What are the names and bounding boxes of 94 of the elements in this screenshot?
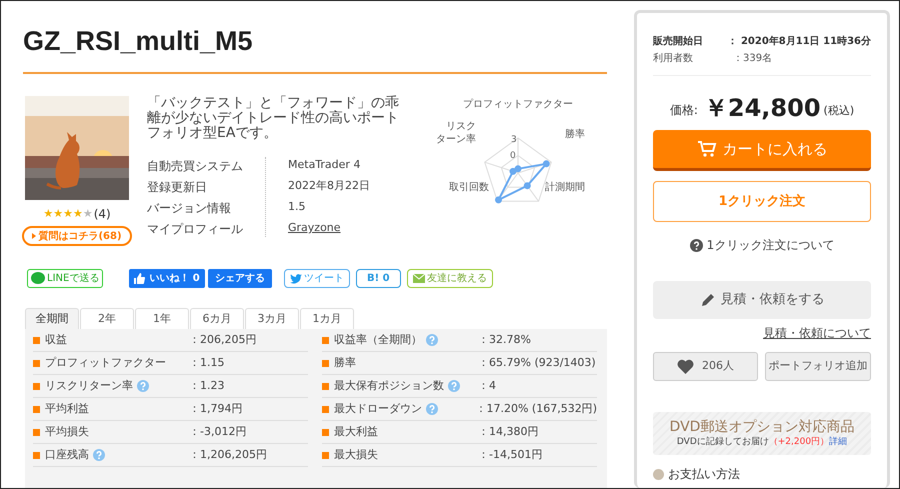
star-rating: ★★★★★ — [43, 208, 93, 220]
bullet-icon — [33, 382, 40, 390]
stat-value: ：32.78% — [478, 332, 531, 348]
bullet-icon — [33, 452, 40, 458]
pencil-icon — [700, 292, 714, 308]
caret-icon — [32, 233, 36, 239]
stat-label: 最大損失 — [334, 446, 378, 463]
stat-label: 平均損失 — [45, 424, 89, 440]
axis-label: 勝率 — [565, 128, 585, 141]
stat-value: ：1,794円 — [189, 400, 242, 417]
meta-label: 利用者数 — [653, 52, 694, 66]
envelope-icon — [412, 274, 425, 283]
stat-label: 口座残高 — [45, 446, 89, 463]
period-tab[interactable]: 全期間 — [25, 308, 79, 329]
meta-value: ： 2020年8月11日 11時36分 — [727, 34, 871, 49]
estimate-button[interactable]: 見積・依頼をする — [653, 281, 871, 319]
stat-value: ：1.23 — [189, 378, 224, 394]
info-label: マイプロフィール — [147, 220, 244, 238]
stat-value: ：1,206,205円 — [189, 446, 267, 463]
bullet-icon — [322, 336, 329, 344]
dvd-text: DVDに記録してお届け — [676, 436, 769, 446]
bullet-icon — [322, 382, 329, 390]
stat-value: ：17.20% (167,532円) — [475, 400, 597, 417]
info-label: 自動売買システム — [147, 158, 244, 174]
info-label: 登録更新日 — [147, 178, 208, 196]
dvd-title: DVD郵送オプション対応商品 — [670, 418, 854, 436]
axis-label: リスク ターン率 — [436, 120, 476, 146]
dvd-detail-link[interactable]: 詳細 — [829, 436, 848, 446]
stat-value: ：1.15 — [189, 354, 224, 371]
stat-value: ：206,205円 — [189, 332, 256, 348]
stat-value: ：65.79% (923/1403) — [478, 354, 596, 371]
bullet-icon — [322, 406, 329, 412]
stat-label: 勝率 — [334, 354, 356, 371]
stat-label: 収益率（全期間） — [334, 332, 422, 348]
stat-label: 最大利益 — [334, 424, 378, 440]
bullet-icon — [33, 360, 40, 366]
info-value: MetaTrader 4 — [288, 157, 360, 174]
stat-value: ：-14,501円 — [478, 446, 542, 463]
portfolio-button[interactable]: ポートフォリオ追加 — [765, 352, 871, 381]
axis-label: 計測期間 — [545, 181, 585, 194]
thumbs-up-icon — [134, 273, 146, 284]
cart-icon — [696, 140, 716, 158]
stat-label: 最大ドローダウン — [334, 400, 422, 417]
stat-label: 平均利益 — [45, 400, 89, 417]
tax-note: (税込) — [824, 102, 854, 118]
stat-value: ：-3,012円 — [189, 424, 246, 440]
info-value: 1.5 — [288, 199, 306, 216]
period-tab[interactable]: 1年 — [135, 308, 189, 329]
bullet-icon — [33, 406, 40, 412]
bullet-icon — [33, 428, 40, 436]
stat-label: 収益 — [45, 332, 67, 348]
period-tab[interactable]: 1カ月 — [300, 308, 354, 329]
bullet-icon — [33, 336, 40, 344]
info-label: バージョン情報 — [147, 200, 232, 216]
share-button[interactable]: シェアする — [208, 269, 272, 288]
help-icon[interactable] — [426, 334, 438, 346]
help-icon — [690, 238, 703, 252]
estimate-link[interactable]: 見積・依頼について — [763, 324, 871, 342]
period-tab[interactable]: 2年 — [80, 308, 134, 329]
period-tab[interactable]: 6カ月 — [190, 308, 244, 329]
page-title: GZ_RSI_multi_M5 — [23, 25, 254, 57]
price: ￥24,800 — [704, 94, 821, 122]
axis-label: 取引回数 — [449, 181, 489, 194]
tick-label: 3 — [511, 134, 517, 147]
meta-label: 販売開始日 — [653, 34, 704, 49]
tick-label: 0 — [510, 150, 516, 163]
payment-heading: お支払い方法 — [668, 467, 740, 481]
bullet-icon — [322, 360, 329, 366]
bullet-icon — [322, 428, 329, 436]
stat-value: ：14,380円 — [478, 424, 538, 440]
help-icon[interactable] — [137, 380, 149, 392]
help-icon[interactable] — [448, 380, 460, 392]
bullet-icon — [653, 468, 664, 480]
product-description: 「バックテスト」と「フォワード」の乖離が少ないデイトレード性の高いポートフォリオ型EAです。 — [147, 96, 400, 141]
dvd-price: （+2,200円） — [768, 436, 830, 446]
bullet-icon — [322, 452, 329, 458]
help-icon[interactable] — [426, 403, 438, 415]
help-icon[interactable] — [93, 449, 105, 461]
review-count: (4) — [94, 206, 111, 223]
favorite-button[interactable]: 206人 — [653, 352, 758, 381]
profile-link[interactable]: Grayzone — [288, 220, 341, 237]
stat-label: プロフィットファクター — [45, 354, 166, 371]
bird-icon — [290, 274, 302, 284]
stat-label: 最大保有ポジション数 — [334, 378, 444, 394]
info-value: 2022年8月22日 — [288, 178, 370, 194]
price-label: 価格: — [670, 102, 698, 119]
like-button[interactable]: いいね！ 0 — [129, 269, 205, 288]
stat-value: ：4 — [478, 378, 496, 394]
period-tab[interactable]: 3カ月 — [245, 308, 299, 329]
one-click-help-link[interactable]: 1クリック注文について — [706, 236, 834, 254]
axis-label: プロフィットファクター — [463, 98, 573, 111]
heart-icon — [677, 359, 694, 374]
meta-value: ：339名 — [733, 52, 772, 66]
stat-label: リスクリターン率 — [45, 378, 133, 394]
